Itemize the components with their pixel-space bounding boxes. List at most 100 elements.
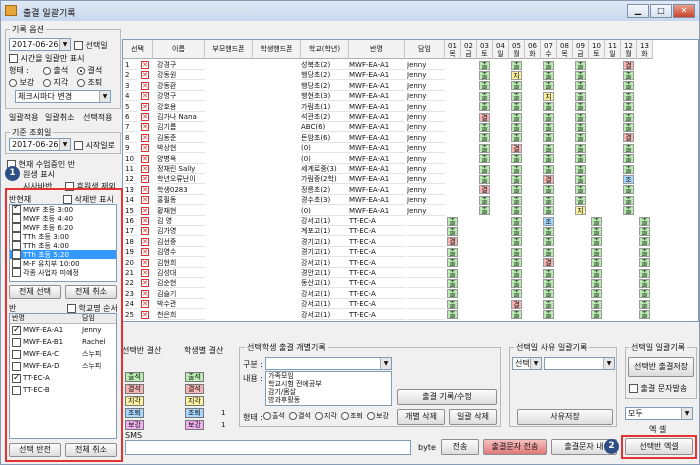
attendance-mark[interactable]: 출 [639,278,650,288]
attendance-mark[interactable]: 출 [623,81,634,91]
attendance-mark[interactable]: 출 [575,195,586,205]
attendance-mark[interactable]: 출 [639,310,650,320]
attendance-mark[interactable]: 출 [623,154,634,164]
reason-text-select[interactable]: ▼ [544,357,615,370]
attendance-mark[interactable]: 지 [543,91,554,101]
attendance-mark[interactable]: 출 [639,268,650,278]
attendance-mark[interactable]: 출 [479,195,490,205]
row-select-checkbox[interactable]: ✕ [141,289,149,298]
attendance-mark[interactable]: 출 [447,299,458,309]
radio-icon[interactable] [367,412,375,420]
row-select-checkbox[interactable]: ✕ [141,61,149,69]
individual-state-radio[interactable]: 출석 [263,411,285,421]
attendance-mark[interactable]: 결 [479,185,490,195]
attendance-mark[interactable]: 출 [591,226,602,236]
attendance-mark[interactable]: 출 [543,206,554,216]
attendance-mark[interactable]: 출 [591,258,602,268]
attendance-mark[interactable]: 출 [623,70,634,80]
attendance-mark[interactable]: 출 [575,112,586,122]
row-select-checkbox[interactable]: ✕ [141,227,149,236]
attendance-mark[interactable]: 출 [639,289,650,299]
row-select-checkbox[interactable]: ✕ [141,206,149,215]
attendance-mark[interactable]: 출 [591,289,602,299]
attendance-mark[interactable]: 출 [479,143,490,153]
attendance-mark[interactable]: 출 [511,164,522,174]
attendance-mark[interactable]: 결 [543,174,554,184]
attendance-mark[interactable]: 결 [623,60,634,70]
attend-sms-send-button[interactable]: 출결문자 전송 [483,439,547,455]
content-line[interactable]: 감기/몸살 [268,388,391,396]
row-select-checkbox[interactable]: ✕ [141,196,149,205]
attendance-mark[interactable]: 출 [543,122,554,132]
attendance-mark[interactable]: 출 [543,247,554,257]
state-radio-late[interactable]: 지각 [43,77,68,88]
individual-state-radio[interactable]: 보강 [367,411,389,421]
attendance-mark[interactable]: 출 [575,122,586,132]
record-date-field[interactable]: 2017-06-26 ▼ [9,38,71,51]
attendance-mark[interactable]: 출 [543,81,554,91]
attendance-mark[interactable]: 출 [591,310,602,320]
row-select-checkbox[interactable]: ✕ [141,185,149,194]
attendance-mark[interactable]: 출 [511,154,522,164]
reason-select[interactable]: 선택 ▼ [512,357,542,370]
attendance-mark[interactable]: 결 [543,258,554,268]
attendance-mark[interactable]: 출 [511,174,522,184]
attendance-mark[interactable]: 출 [591,237,602,247]
radio-icon[interactable] [289,412,297,420]
row-select-checkbox[interactable]: ✕ [141,237,149,246]
attendance-mark[interactable]: 출 [575,133,586,143]
attendance-mark[interactable]: 출 [575,70,586,80]
content-list[interactable]: 가족모임 학교시험 전에공부 감기/몸살 방과후활동 [265,371,392,406]
attendance-mark[interactable]: 출 [479,81,490,91]
attendance-mark[interactable]: 결 [479,112,490,122]
attendance-mark[interactable]: 출 [575,91,586,101]
attendance-mark[interactable]: 출 [479,133,490,143]
bulk-apply-button[interactable]: 일괄적용 [9,112,38,124]
attendance-mark[interactable]: 출 [479,60,490,70]
attendance-mark[interactable]: 출 [447,226,458,236]
attendance-mark[interactable]: 출 [479,102,490,112]
select-apply-button[interactable]: 선택적용 [83,112,112,124]
row-select-checkbox[interactable]: ✕ [141,279,149,288]
row-select-checkbox[interactable]: ✕ [141,133,149,142]
attendance-mark[interactable]: 출 [543,185,554,195]
attendance-mark[interactable]: 출 [575,81,586,91]
start-day-check[interactable]: 시작일로 [74,140,115,151]
attendance-mark[interactable]: 출 [639,299,650,309]
row-select-checkbox[interactable]: ✕ [141,92,149,101]
attendance-mark[interactable]: 출 [591,278,602,288]
attendance-mark[interactable]: 출 [623,195,634,205]
attendance-mark[interactable]: 출 [639,226,650,236]
attendance-mark[interactable]: 출 [511,258,522,268]
attendance-mark[interactable]: 출 [447,258,458,268]
minimize-icon[interactable]: ▁ [627,4,649,18]
maximize-icon[interactable]: □ [650,4,672,18]
attendance-mark[interactable]: 출 [447,278,458,288]
attendance-mark[interactable]: 출 [543,70,554,80]
attendance-mark[interactable]: 출 [639,237,650,247]
attendance-mark[interactable]: 출 [543,310,554,320]
attendance-mark[interactable]: 출 [543,268,554,278]
attendance-mark[interactable]: 출 [575,143,586,153]
attendance-mark[interactable]: 출 [447,289,458,299]
row-select-checkbox[interactable]: ✕ [141,300,149,309]
attendance-mark[interactable]: 출 [623,102,634,112]
query-date-field[interactable]: 2017-06-26 ▼ [9,138,71,151]
row-select-checkbox[interactable]: ✕ [141,154,149,163]
attendance-mark[interactable]: 출 [575,102,586,112]
attendance-mark[interactable]: 출 [543,133,554,143]
individual-state-radio[interactable]: 지각 [315,411,337,421]
attendance-grid[interactable]: 선택 이름 부모핸드폰 학생핸드폰 학교(학년) 반명 담임 01 목 02 금 03 토 04 일 05 월 0… [122,39,699,322]
attendance-mark[interactable]: 출 [575,174,586,184]
attendance-mark[interactable]: 출 [591,216,602,226]
attendance-mark[interactable]: 출 [447,268,458,278]
attendance-mark[interactable]: 출 [623,112,634,122]
attendance-mark[interactable]: 출 [543,60,554,70]
attendance-mark[interactable]: 출 [511,122,522,132]
attendance-mark[interactable]: 출 [623,143,634,153]
radio-icon[interactable] [315,412,323,420]
reason-save-button[interactable]: 사유저장 [517,409,613,425]
attendance-mark[interactable]: 출 [639,247,650,257]
delete-bulk-button[interactable]: 일괄 삭제 [449,409,497,425]
close-icon[interactable]: ✕ [673,4,695,18]
